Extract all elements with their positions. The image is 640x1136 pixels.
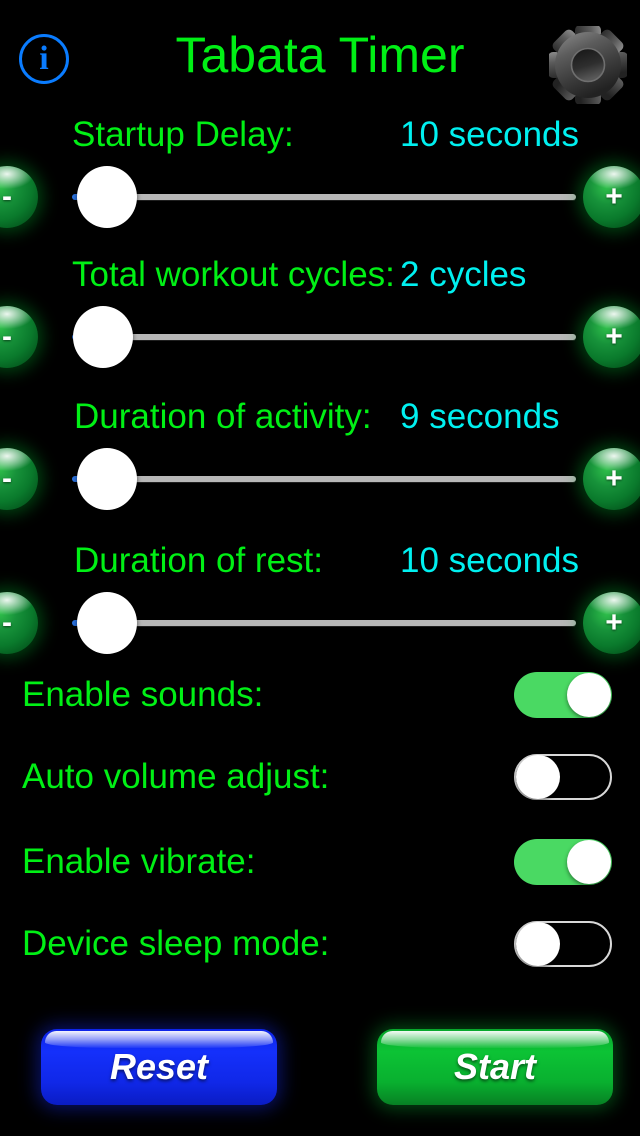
- plus-icon: +: [605, 320, 623, 353]
- decrement-button[interactable]: -: [0, 306, 38, 368]
- app-header: i Tabata Timer: [0, 0, 640, 112]
- slider-label: Total workout cycles:: [72, 255, 395, 294]
- slider-thumb[interactable]: [77, 166, 137, 228]
- toggle-enable-vibrate[interactable]: [514, 839, 612, 885]
- minus-icon: -: [2, 462, 12, 495]
- slider-row-rest-duration: Duration of rest: 10 seconds - +: [0, 538, 640, 668]
- reset-button[interactable]: Reset: [41, 1029, 277, 1105]
- minus-icon: -: [2, 320, 12, 353]
- slider-thumb[interactable]: [77, 448, 137, 510]
- slider-label-group: Duration of rest: 10 seconds: [0, 538, 640, 586]
- page-title: Tabata Timer: [175, 27, 465, 83]
- toggle-label: Enable sounds:: [22, 675, 264, 714]
- slider-row-total-cycles: Total workout cycles: 2 cycles - +: [0, 252, 640, 382]
- gear-icon-svg: [548, 25, 628, 105]
- slider-row-startup-delay: Startup Delay: 10 seconds - +: [0, 112, 640, 242]
- plus-icon: +: [605, 180, 623, 213]
- toggle-label: Enable vibrate:: [22, 842, 256, 881]
- slider-thumb[interactable]: [73, 306, 133, 368]
- slider-track[interactable]: [134, 620, 576, 626]
- start-button[interactable]: Start: [377, 1029, 613, 1105]
- toggle-label: Device sleep mode:: [22, 924, 330, 963]
- gear-icon[interactable]: [548, 25, 628, 105]
- minus-icon: -: [2, 180, 12, 213]
- start-button-label: Start: [453, 1046, 537, 1087]
- slider-label: Duration of rest:: [74, 541, 323, 580]
- toggle-knob: [516, 755, 560, 799]
- slider-value: 9 seconds: [400, 397, 560, 436]
- slider-control[interactable]: [68, 448, 578, 510]
- slider-track[interactable]: [134, 476, 576, 482]
- increment-button[interactable]: +: [583, 306, 640, 368]
- toggle-enable-sounds[interactable]: [514, 672, 612, 718]
- toggle-knob: [567, 673, 611, 717]
- slider-value: 10 seconds: [400, 541, 580, 580]
- increment-button[interactable]: +: [583, 448, 640, 510]
- toggle-row-enable-vibrate: Enable vibrate:: [0, 838, 640, 898]
- toggle-row-enable-sounds: Enable sounds:: [0, 671, 640, 731]
- slider-track[interactable]: [134, 194, 576, 200]
- decrement-button[interactable]: -: [0, 592, 38, 654]
- toggle-device-sleep-mode[interactable]: [514, 921, 612, 967]
- slider-track[interactable]: [130, 334, 576, 340]
- toggle-label: Auto volume adjust:: [22, 757, 330, 796]
- decrement-button[interactable]: -: [0, 448, 38, 510]
- slider-row-activity-duration: Duration of activity: 9 seconds - +: [0, 394, 640, 524]
- increment-button[interactable]: +: [583, 166, 640, 228]
- decrement-button[interactable]: -: [0, 166, 38, 228]
- toggle-row-auto-volume-adjust: Auto volume adjust:: [0, 753, 640, 813]
- slider-label-group: Startup Delay: 10 seconds: [0, 112, 640, 160]
- reset-button-label: Reset: [109, 1046, 209, 1087]
- plus-icon: +: [605, 462, 623, 495]
- slider-label-group: Duration of activity: 9 seconds: [0, 394, 640, 442]
- slider-control[interactable]: [68, 306, 578, 368]
- increment-button[interactable]: +: [583, 592, 640, 654]
- slider-label: Startup Delay:: [72, 115, 294, 154]
- slider-value: 2 cycles: [400, 255, 527, 294]
- toggle-row-device-sleep-mode: Device sleep mode:: [0, 920, 640, 980]
- slider-value: 10 seconds: [400, 115, 580, 154]
- slider-label-group: Total workout cycles: 2 cycles: [0, 252, 640, 300]
- slider-label: Duration of activity:: [74, 397, 372, 436]
- toggle-knob: [567, 840, 611, 884]
- slider-thumb[interactable]: [77, 592, 137, 654]
- minus-icon: -: [2, 606, 12, 639]
- toggle-auto-volume-adjust[interactable]: [514, 754, 612, 800]
- plus-icon: +: [605, 606, 623, 639]
- slider-control[interactable]: [68, 592, 578, 654]
- slider-control[interactable]: [68, 166, 578, 228]
- toggle-knob: [516, 922, 560, 966]
